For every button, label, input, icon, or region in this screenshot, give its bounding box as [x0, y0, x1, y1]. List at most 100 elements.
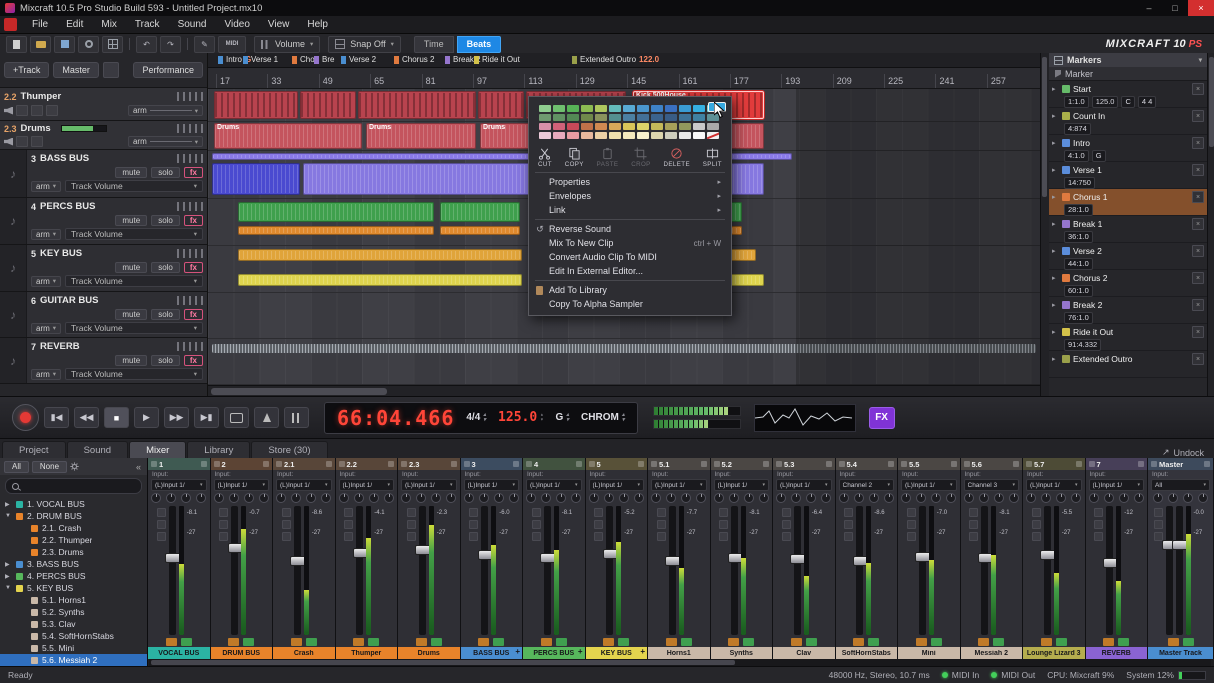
marker-expand-icon[interactable]: ▸	[1052, 220, 1059, 228]
channel-collapse-icon[interactable]	[276, 461, 282, 467]
channel-mini-button[interactable]	[157, 532, 166, 541]
marker-tempo[interactable]: 125.0	[1092, 96, 1119, 108]
input-dropdown[interactable]: (L)Input 1/ ▾	[714, 479, 770, 491]
channel-mini-button[interactable]	[782, 520, 791, 529]
color-swatch[interactable]	[651, 132, 663, 139]
channel-mini-button[interactable]	[594, 508, 603, 517]
channel-mini-button[interactable]	[657, 508, 666, 517]
channel-menu-icon[interactable]	[326, 461, 332, 467]
audio-clip[interactable]	[358, 91, 476, 119]
marker-options-button[interactable]: ×	[1192, 245, 1204, 257]
go-to-start-button[interactable]: ▮◀	[44, 407, 69, 428]
channel-name[interactable]: BASS BUS +	[461, 647, 523, 659]
mute-button[interactable]: mute	[115, 167, 147, 178]
color-swatch[interactable]	[679, 114, 691, 121]
track-mixer-icon[interactable]	[177, 124, 203, 133]
tab-library[interactable]: Library	[187, 441, 250, 458]
fx-button[interactable]: fx	[184, 215, 203, 226]
channel-name[interactable]: PERCS BUS +	[523, 647, 585, 659]
midi-in-status[interactable]: MIDI In	[942, 670, 979, 680]
fx-button[interactable]: fx	[184, 262, 203, 273]
marker-expand-icon[interactable]: ▸	[1052, 301, 1059, 309]
channel-mini-button[interactable]	[219, 508, 228, 517]
arm-button[interactable]: arm▾	[128, 105, 203, 116]
track-mixer-icon[interactable]	[177, 249, 203, 258]
tab-sound[interactable]: Sound	[67, 441, 128, 458]
section-marker-flag[interactable]: Cho	[292, 55, 315, 64]
midi-out-status[interactable]: MIDI Out	[991, 670, 1035, 680]
mixer-tree-item[interactable]: 5.3. Clav	[0, 618, 147, 630]
channel-mini-button[interactable]	[219, 520, 228, 529]
input-dropdown[interactable]: (L)Input 1/ ▾	[214, 479, 270, 491]
channel-name[interactable]: Horns1 +	[648, 647, 710, 659]
send-knob[interactable]	[729, 493, 739, 503]
spinner-arrows-icon[interactable]: ▴▾	[622, 413, 625, 422]
tree-caret-icon[interactable]: ▶	[5, 501, 12, 508]
channel-mini-button[interactable]	[594, 520, 603, 529]
send-knob[interactable]	[714, 493, 724, 503]
color-swatch[interactable]	[595, 132, 607, 139]
audio-clip[interactable]	[303, 163, 546, 195]
mixer-channel-strip[interactable]: 2 Input: (L)Input 1/ ▾ -0.7 -27	[211, 458, 274, 659]
volume-fader[interactable]	[544, 506, 551, 635]
mixer-channel-strip[interactable]: 2.2 Input: (L)Input 1/ ▾ -4.1 -27	[336, 458, 399, 659]
color-swatch[interactable]	[595, 123, 607, 130]
channel-name[interactable]: REVERB +	[1086, 647, 1148, 659]
send-knob[interactable]	[339, 493, 349, 503]
channel-mute-led[interactable]	[1103, 638, 1114, 646]
track-name[interactable]: PERCS BUS	[40, 201, 95, 212]
menu-item[interactable]: Help	[298, 16, 337, 33]
color-swatch[interactable]	[693, 132, 705, 139]
channel-mini-button[interactable]	[907, 520, 916, 529]
stop-button[interactable]: ■	[104, 407, 129, 428]
instrument-icon[interactable]: ♪	[0, 150, 27, 197]
color-swatch[interactable]	[651, 123, 663, 130]
channel-mute-led[interactable]	[1168, 638, 1179, 646]
channel-name[interactable]: VOCAL BUS +	[148, 647, 210, 659]
marker-expand-icon[interactable]: ▸	[1052, 193, 1059, 201]
solo-toggle[interactable]	[31, 105, 43, 116]
section-marker-flag[interactable]: Extended Outro 122.0	[572, 55, 659, 64]
tree-caret-icon[interactable]: ▼	[5, 513, 12, 519]
channel-mini-button[interactable]	[719, 532, 728, 541]
key-field[interactable]: G▴▾	[556, 412, 570, 423]
track-row[interactable]: ♪ 3BASS BUS mute solo fx arm▾ Track Volu…	[0, 150, 207, 198]
audio-clip[interactable]	[238, 249, 522, 261]
menu-item-add-to-library[interactable]: Add To Library	[529, 283, 731, 297]
channel-solo-led[interactable]	[1183, 638, 1194, 646]
color-swatch[interactable]	[567, 132, 579, 139]
color-swatch[interactable]	[553, 132, 565, 139]
channel-menu-icon[interactable]	[1076, 461, 1082, 467]
mute-button[interactable]: mute	[115, 309, 147, 320]
time-mode-button[interactable]: Time	[414, 36, 454, 53]
track-row[interactable]: ♪ 5KEY BUS mute solo fx arm▾ Track Volum…	[0, 245, 207, 292]
channel-solo-led[interactable]	[618, 638, 629, 646]
input-dropdown[interactable]: Channel 3 ▾	[964, 479, 1020, 491]
marker-key[interactable]: C	[1121, 96, 1134, 108]
mixer-channel-strip[interactable]: 4 Input: (L)Input 1/ ▾ -8.1 -27	[523, 458, 586, 659]
channel-solo-led[interactable]	[493, 638, 504, 646]
section-marker-flag[interactable]: Ride it Out	[474, 55, 520, 64]
channel-header[interactable]: 2	[211, 458, 273, 470]
eq-knob[interactable]	[321, 493, 331, 503]
add-track-button[interactable]: +Track	[4, 62, 49, 78]
channel-menu-icon[interactable]	[1138, 461, 1144, 467]
pan-knob[interactable]	[994, 493, 1004, 503]
channel-header[interactable]: 7	[1086, 458, 1148, 470]
mixer-tree-item[interactable]: ▶ 4. PERCS BUS	[0, 570, 147, 582]
channel-collapse-icon[interactable]	[151, 461, 157, 467]
solo-button[interactable]: solo	[151, 262, 180, 273]
eq-knob[interactable]	[446, 493, 456, 503]
mixer-tree-item[interactable]: 2.2. Thumper	[0, 534, 147, 546]
eq-knob[interactable]	[1134, 493, 1144, 503]
marker-options-button[interactable]: ×	[1192, 272, 1204, 284]
color-swatch[interactable]	[665, 114, 677, 121]
track-mixer-icon[interactable]	[177, 296, 203, 305]
minimize-button[interactable]: –	[1136, 0, 1162, 16]
channel-mute-led[interactable]	[978, 638, 989, 646]
menu-item-copy-to-alpha-sampler[interactable]: Copy To Alpha Sampler	[529, 297, 731, 311]
audio-clip[interactable]	[212, 163, 300, 195]
mixer-channel-strip[interactable]: 5.4 Input: Channel 2 ▾ -8.6 -27	[836, 458, 899, 659]
volume-fader[interactable]	[231, 506, 238, 635]
mixer-channel-strip[interactable]: 5.6 Input: Channel 3 ▾ -8.1 -27	[961, 458, 1024, 659]
